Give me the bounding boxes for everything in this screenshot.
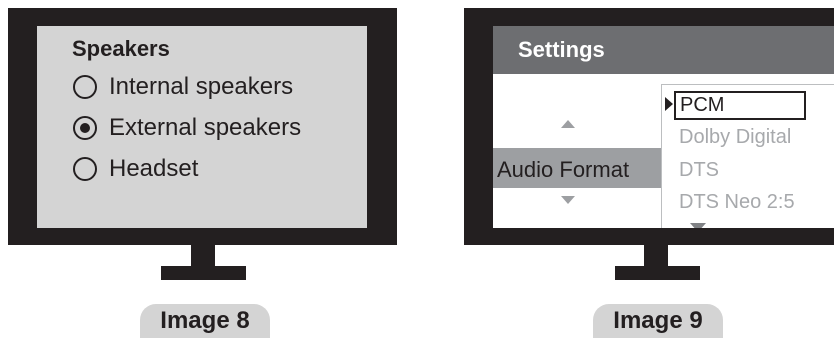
dropdown-more-arrow-icon[interactable]	[690, 223, 706, 228]
dropdown-item-pcm[interactable]: PCM	[674, 91, 806, 120]
monitor-frame-right: Settings Audio Format PCM Dolby Digital …	[464, 8, 834, 245]
audio-format-setting[interactable]: Audio Format	[493, 148, 661, 188]
option-headset[interactable]: Headset	[73, 154, 198, 184]
option-label: Internal speakers	[109, 73, 294, 100]
settings-header: Settings	[493, 26, 834, 74]
audio-format-label: Audio Format	[497, 157, 630, 182]
scroll-down-arrow-icon[interactable]	[561, 196, 575, 204]
caption-image-9: Image 9	[593, 304, 723, 338]
option-label: External speakers	[109, 114, 302, 141]
monitor-stand-base-right	[615, 266, 700, 280]
monitor-stand-base-left	[161, 266, 246, 280]
radio-internal-speakers[interactable]	[73, 75, 97, 99]
monitor-stand-neck-right	[644, 245, 668, 267]
radio-external-speakers[interactable]	[73, 116, 97, 140]
audio-format-dropdown[interactable]: PCM Dolby Digital DTS DTS Neo 2:5	[661, 84, 834, 228]
scroll-up-arrow-icon[interactable]	[561, 120, 575, 128]
dropdown-item-dolby-digital[interactable]: Dolby Digital	[679, 126, 791, 149]
dropdown-item-dts-neo[interactable]: DTS Neo 2:5	[679, 191, 795, 214]
selection-pointer-icon	[665, 97, 673, 111]
speakers-screen: Speakers Internal speakers External spea…	[37, 26, 367, 228]
speakers-title: Speakers	[72, 36, 170, 61]
option-label: Headset	[109, 155, 199, 182]
caption-image-8: Image 8	[140, 304, 270, 338]
option-external-speakers[interactable]: External speakers	[73, 113, 301, 143]
monitor-stand-neck-left	[191, 245, 215, 267]
settings-screen: Settings Audio Format PCM Dolby Digital …	[493, 26, 834, 228]
radio-headset[interactable]	[73, 157, 97, 181]
option-internal-speakers[interactable]: Internal speakers	[73, 72, 293, 102]
settings-title: Settings	[518, 37, 605, 62]
dropdown-item-dts[interactable]: DTS	[679, 159, 719, 182]
monitor-frame-left: Speakers Internal speakers External spea…	[8, 8, 397, 245]
